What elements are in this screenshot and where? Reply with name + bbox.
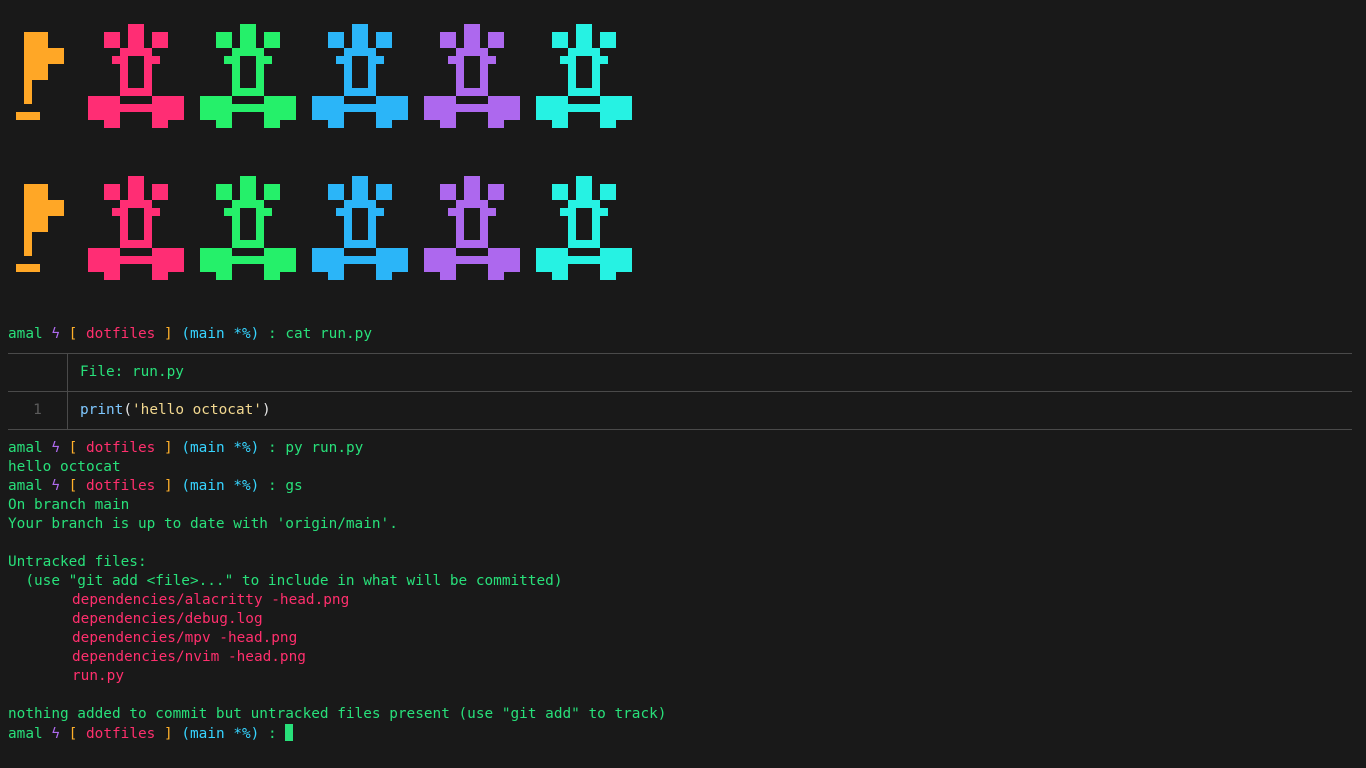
code-line: print('hello octocat'): [68, 401, 271, 420]
command-text: py run.py: [285, 440, 364, 456]
race-car-sprite: [312, 176, 408, 288]
git-status-summary: nothing added to commit but untracked fi…: [8, 706, 667, 722]
untracked-file: run.py: [72, 668, 124, 684]
race-car-sprite: [200, 176, 296, 288]
race-car-icon: [312, 24, 408, 128]
prompt-symbol: ϟ: [51, 326, 60, 342]
flag-icon: [16, 32, 64, 120]
prompt-close-bracket: ]: [164, 440, 173, 456]
bat-file-view: File: run.py 1 print('hello octocat'): [8, 353, 1352, 430]
code-function: print: [80, 402, 124, 418]
race-car-sprite: [312, 24, 408, 136]
race-car-icon: [312, 176, 408, 280]
prompt-line-2: amal ϟ [ dotfiles ] (main *%) : py run.p…: [8, 439, 1352, 458]
command-text: gs: [285, 478, 303, 494]
prompt-directory: dotfiles: [86, 478, 156, 494]
untracked-file: dependencies/mpv -head.png: [72, 630, 298, 646]
race-car-sprite: [536, 176, 632, 288]
untracked-file: dependencies/nvim -head.png: [72, 649, 306, 665]
untracked-hint: (use "git add <file>..." to include in w…: [8, 573, 563, 589]
bat-code-row: 1 print('hello octocat'): [8, 391, 1352, 429]
git-status-branch: On branch main: [8, 497, 130, 513]
terminal-output: amal ϟ [ dotfiles ] (main *%) : cat run.…: [8, 325, 1352, 743]
prompt-separator: :: [268, 726, 277, 742]
race-car-icon: [536, 176, 632, 280]
line-number: 1: [8, 392, 68, 429]
bat-header-row: File: run.py: [8, 354, 1352, 391]
command-text: cat run.py: [285, 326, 372, 342]
terminal-cursor[interactable]: [285, 724, 294, 741]
prompt-line-1: amal ϟ [ dotfiles ] (main *%) : cat run.…: [8, 325, 1352, 344]
race-car-sprite: [536, 24, 632, 136]
prompt-open-bracket: [: [68, 440, 78, 456]
prompt-git-branch: (main *%): [181, 440, 260, 456]
prompt-git-branch: (main *%): [181, 326, 260, 342]
prompt-git-branch: (main *%): [181, 478, 260, 494]
race-car-icon: [88, 24, 184, 128]
race-car-icon: [536, 24, 632, 128]
prompt-directory: dotfiles: [86, 440, 156, 456]
bat-file-header: File: run.py: [80, 364, 184, 380]
prompt-separator: :: [268, 440, 277, 456]
prompt-open-bracket: [: [68, 478, 78, 494]
prompt-separator: :: [268, 478, 277, 494]
untracked-header: Untracked files:: [8, 554, 147, 570]
prompt-user: amal: [8, 440, 43, 456]
race-car-icon: [88, 176, 184, 280]
race-car-sprite: [200, 24, 296, 136]
race-car-icon: [424, 24, 520, 128]
prompt-open-bracket: [: [68, 726, 78, 742]
flag-sprite: [8, 176, 88, 288]
code-paren-open: (: [123, 402, 132, 418]
art-row-2: [8, 176, 648, 306]
code-paren-close: ): [261, 402, 271, 418]
flag-icon: [16, 184, 64, 272]
git-status-upstream: Your branch is up to date with 'origin/m…: [8, 516, 398, 532]
prompt-directory: dotfiles: [86, 726, 156, 742]
art-row-1: [8, 24, 648, 154]
prompt-line-3: amal ϟ [ dotfiles ] (main *%) : gs: [8, 477, 1352, 496]
untracked-file: dependencies/alacritty -head.png: [72, 592, 350, 608]
race-car-sprite: [88, 24, 184, 136]
prompt-git-branch: (main *%): [181, 726, 260, 742]
flag-sprite: [8, 24, 88, 136]
untracked-file: dependencies/debug.log: [72, 611, 263, 627]
prompt-close-bracket: ]: [164, 726, 173, 742]
prompt-symbol: ϟ: [51, 726, 60, 742]
prompt-user: amal: [8, 478, 43, 494]
race-car-icon: [424, 176, 520, 280]
race-car-sprite: [424, 24, 520, 136]
code-string: 'hello octocat': [132, 402, 262, 418]
prompt-close-bracket: ]: [164, 478, 173, 494]
prompt-user: amal: [8, 326, 43, 342]
prompt-symbol: ϟ: [51, 440, 60, 456]
prompt-user: amal: [8, 726, 43, 742]
ascii-art-banner: [8, 24, 648, 314]
prompt-line-active[interactable]: amal ϟ [ dotfiles ] (main *%) :: [8, 724, 1352, 743]
race-car-icon: [200, 24, 296, 128]
race-car-icon: [200, 176, 296, 280]
prompt-symbol: ϟ: [51, 478, 60, 494]
program-output: hello octocat: [8, 459, 121, 475]
prompt-separator: :: [268, 326, 277, 342]
prompt-open-bracket: [: [68, 326, 78, 342]
prompt-directory: dotfiles: [86, 326, 156, 342]
bat-gutter: [8, 354, 68, 391]
race-car-sprite: [88, 176, 184, 288]
prompt-close-bracket: ]: [164, 326, 173, 342]
race-car-sprite: [424, 176, 520, 288]
